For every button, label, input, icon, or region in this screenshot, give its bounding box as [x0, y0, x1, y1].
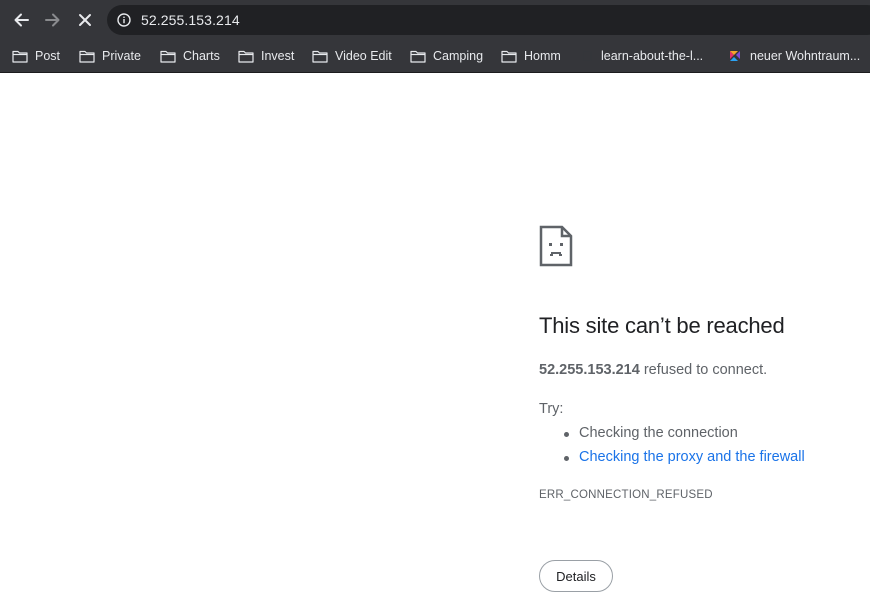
bookmark-label: Video Edit — [335, 49, 392, 63]
error-message: 52.255.153.214 refused to connect. — [539, 362, 767, 378]
sad-page-icon — [539, 225, 573, 267]
bookmark-post[interactable]: Post — [12, 47, 60, 65]
back-button[interactable] — [9, 8, 33, 32]
back-arrow-icon — [14, 13, 29, 27]
folder-icon — [160, 50, 176, 63]
bookmark-invest[interactable]: Invest — [238, 47, 294, 65]
browser-toolbar: 52.255.153.214 — [0, 0, 870, 38]
bookmark-label: neuer Wohntraum... — [750, 49, 861, 63]
folder-icon — [238, 50, 254, 63]
forward-arrow-icon — [45, 13, 60, 27]
error-host: 52.255.153.214 — [539, 362, 640, 378]
bookmark-label: Post — [35, 49, 61, 63]
folder-icon — [312, 50, 328, 63]
bookmark-label: Private — [102, 49, 141, 63]
folder-icon — [12, 50, 28, 63]
bookmark-label: learn-about-the-l... — [601, 49, 704, 63]
error-code: ERR_CONNECTION_REFUSED — [539, 489, 713, 501]
page-icon — [582, 50, 592, 62]
error-title: This site can’t be reached — [539, 313, 785, 338]
url-text[interactable]: 52.255.153.214 — [141, 12, 240, 28]
try-label: Try: — [539, 401, 564, 417]
bookmark-private[interactable]: Private — [79, 47, 141, 65]
suggestion-check-connection: Checking the connection — [564, 425, 738, 441]
bookmark-label: Homm — [524, 49, 561, 63]
folder-icon — [410, 50, 426, 63]
close-icon — [79, 14, 91, 26]
folder-icon — [501, 50, 517, 63]
site-favicon-icon — [730, 51, 740, 61]
bookmark-camping[interactable]: Camping — [410, 47, 483, 65]
suggestion-check-proxy-link[interactable]: Checking the proxy and the firewall — [564, 449, 805, 465]
bookmark-learn-about[interactable]: learn-about-the-l... — [581, 47, 703, 65]
bookmark-neuer-wohntraum[interactable]: neuer Wohntraum... — [727, 47, 860, 65]
bookmark-homm[interactable]: Homm — [501, 47, 561, 65]
bookmark-label: Camping — [433, 49, 484, 63]
folder-icon — [79, 50, 95, 63]
bookmark-label: Invest — [261, 49, 295, 63]
error-message-suffix: refused to connect. — [643, 362, 768, 378]
bookmark-charts[interactable]: Charts — [160, 47, 220, 65]
stop-loading-button[interactable] — [73, 8, 97, 32]
info-icon[interactable] — [117, 13, 131, 27]
forward-button[interactable] — [41, 8, 65, 32]
bookmark-video-edit[interactable]: Video Edit — [312, 47, 392, 65]
bookmark-label: Charts — [183, 49, 220, 63]
bookmarks-bar: Post Private Charts Invest Video Edit Ca… — [0, 38, 870, 73]
details-button[interactable]: Details — [539, 560, 613, 592]
address-bar[interactable]: 52.255.153.214 — [107, 5, 870, 35]
